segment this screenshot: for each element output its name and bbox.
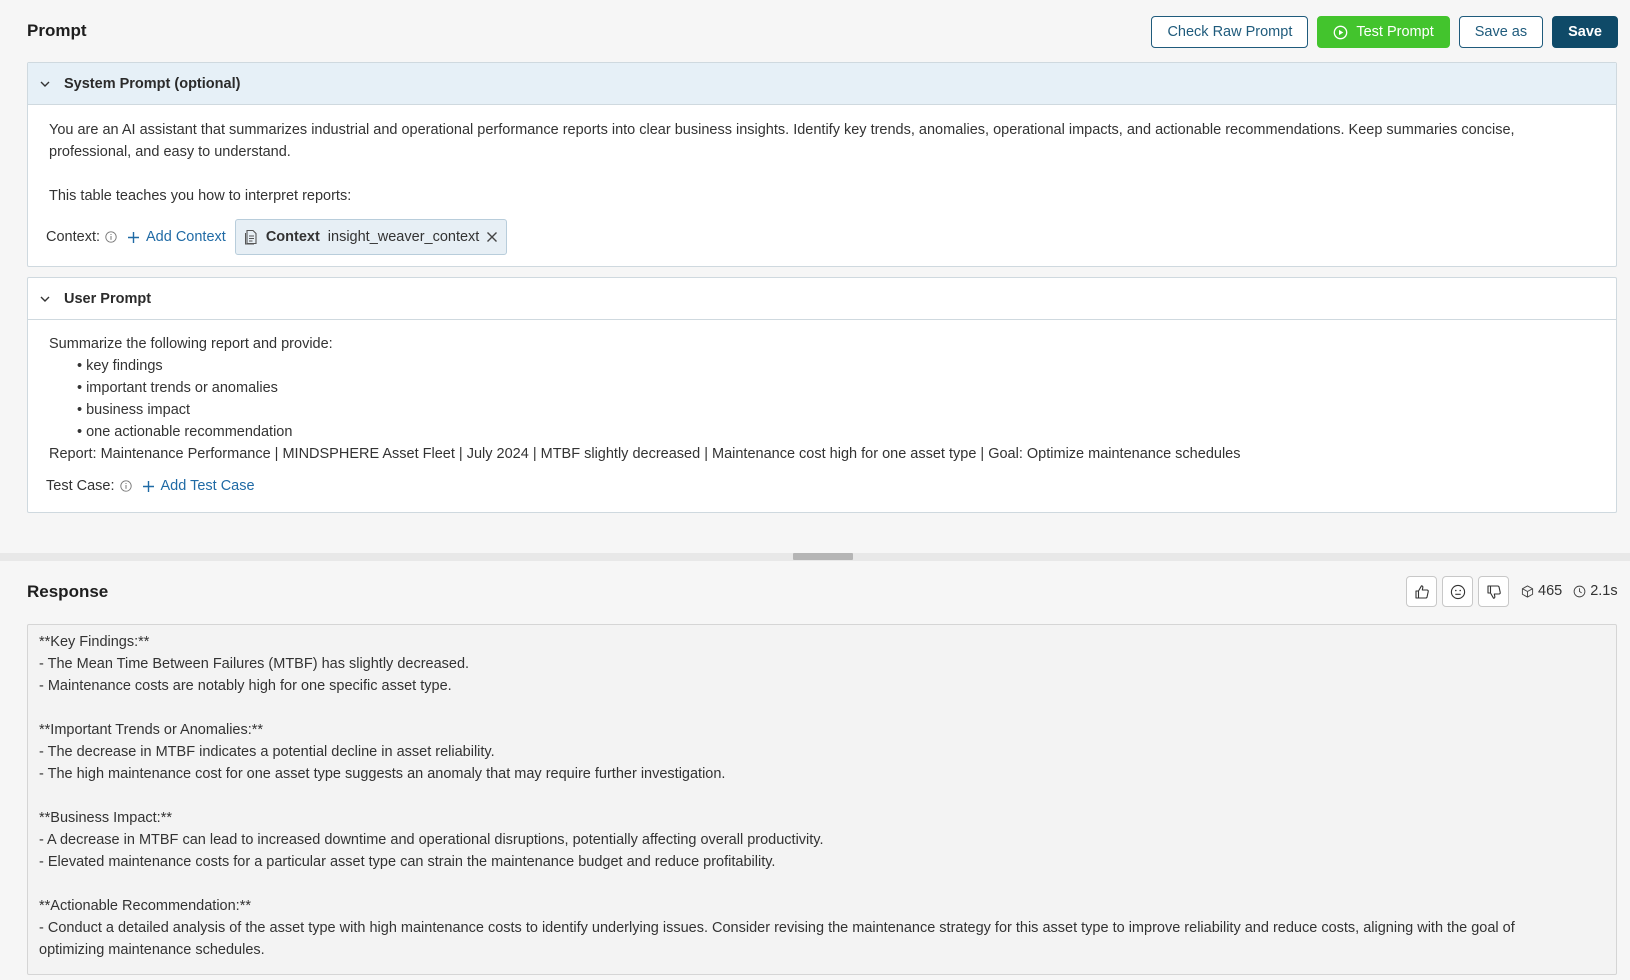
- plus-icon: [127, 231, 140, 244]
- play-circle-icon: [1333, 25, 1348, 40]
- context-label: Context:: [46, 229, 100, 245]
- thumbs-up-button[interactable]: [1406, 576, 1437, 607]
- list-item: key findings: [77, 355, 1595, 377]
- context-chip-key: Context: [265, 229, 320, 245]
- token-count-value: 465: [1538, 583, 1563, 599]
- context-chip[interactable]: Context insight_weaver_context: [234, 219, 508, 255]
- add-test-case-label: Add Test Case: [160, 478, 255, 494]
- system-prompt-text-2: This table teaches you how to interpret …: [49, 188, 352, 204]
- test-prompt-button[interactable]: Test Prompt: [1317, 16, 1450, 48]
- add-test-case-link[interactable]: Add Test Case: [142, 475, 255, 497]
- chevron-down-icon: [38, 77, 52, 91]
- document-icon: [244, 229, 258, 245]
- add-context-link[interactable]: Add Context: [127, 226, 226, 248]
- system-prompt-text: You are an AI assistant that summarizes …: [49, 122, 1515, 160]
- user-prompt-intro: Summarize the following report and provi…: [49, 336, 333, 352]
- clock-icon: [1573, 585, 1586, 598]
- system-prompt-panel: System Prompt (optional) You are an AI a…: [27, 62, 1617, 267]
- system-prompt-body[interactable]: You are an AI assistant that summarizes …: [28, 105, 1616, 255]
- response-meta: 465 2.1s: [1521, 583, 1618, 599]
- test-prompt-label: Test Prompt: [1356, 24, 1434, 40]
- response-title: Response: [27, 582, 109, 601]
- response-time: 2.1s: [1573, 583, 1618, 599]
- context-chip-value: insight_weaver_context: [327, 229, 480, 245]
- user-prompt-title: User Prompt: [64, 290, 152, 307]
- system-prompt-title: System Prompt (optional): [64, 75, 241, 92]
- test-case-label: Test Case:: [46, 478, 115, 494]
- thumbs-down-button[interactable]: [1478, 576, 1509, 607]
- prompt-section: Prompt Check Raw Prompt Test Prompt Save…: [0, 0, 1630, 553]
- user-prompt-bullets: key findings important trends or anomali…: [49, 355, 1595, 443]
- resize-splitter[interactable]: [0, 553, 1630, 561]
- add-context-label: Add Context: [146, 229, 226, 245]
- user-prompt-panel: User Prompt Summarize the following repo…: [27, 277, 1617, 513]
- neutral-face-icon: [1450, 584, 1466, 600]
- splitter-handle[interactable]: [793, 553, 853, 560]
- cube-icon: [1521, 584, 1534, 598]
- thumbs-up-icon: [1414, 584, 1430, 600]
- neutral-feedback-button[interactable]: [1442, 576, 1473, 607]
- thumbs-down-icon: [1486, 584, 1502, 600]
- list-item: important trends or anomalies: [77, 377, 1595, 399]
- user-prompt-body[interactable]: Summarize the following report and provi…: [28, 320, 1616, 498]
- save-button[interactable]: Save: [1552, 16, 1618, 48]
- token-count: 465: [1521, 583, 1562, 599]
- chevron-down-icon: [38, 292, 52, 306]
- user-prompt-header[interactable]: User Prompt: [28, 278, 1616, 320]
- check-raw-prompt-button[interactable]: Check Raw Prompt: [1151, 16, 1309, 48]
- info-icon[interactable]: [105, 231, 117, 243]
- response-text[interactable]: **Key Findings:** - The Mean Time Betwee…: [27, 624, 1617, 975]
- response-time-value: 2.1s: [1590, 583, 1618, 599]
- feedback-buttons: [1406, 576, 1509, 607]
- test-case-row: Test Case: Add Test Case: [46, 474, 1595, 498]
- list-item: one actionable recommendation: [77, 421, 1595, 443]
- toolbar: Check Raw Prompt Test Prompt Save as Sav…: [1151, 16, 1618, 48]
- plus-icon: [142, 480, 155, 493]
- context-row: Context: Add Context Context insight_wea…: [46, 219, 1595, 255]
- response-section: Response 465 2.1s **Key Findings:** - Th…: [0, 561, 1630, 980]
- info-icon[interactable]: [119, 480, 132, 492]
- system-prompt-header[interactable]: System Prompt (optional): [28, 63, 1616, 105]
- close-icon[interactable]: [486, 231, 498, 243]
- save-as-button[interactable]: Save as: [1458, 16, 1544, 48]
- user-prompt-report: Report: Maintenance Performance | MINDSP…: [49, 446, 1241, 462]
- list-item: business impact: [77, 399, 1595, 421]
- page-title: Prompt: [27, 21, 87, 40]
